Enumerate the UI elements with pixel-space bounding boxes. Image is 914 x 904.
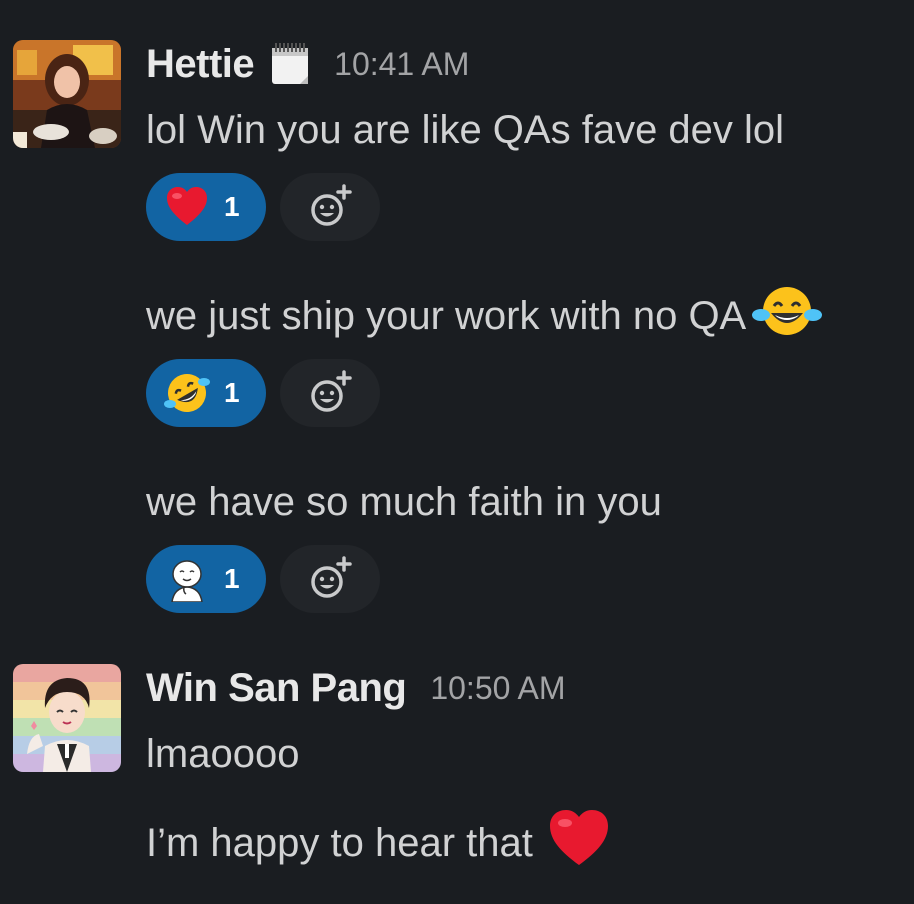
reaction-count: 1 [224,563,240,594]
reaction-bar: 1 [146,359,380,427]
avatar-hettie[interactable] [13,40,121,148]
reaction-bar: 1 [146,545,380,613]
rofl-emoji-icon [164,370,210,416]
reaction-count: 1 [224,191,240,222]
message-text: we have so much faith in you [146,479,662,524]
add-reaction-button[interactable] [280,359,380,427]
message-header-win-san-pang: Win San Pang 10:50 AM [146,660,566,716]
timestamp[interactable]: 10:41 AM [334,46,469,83]
add-emoji-icon [311,184,352,226]
message-text: lmaoooo [146,731,300,776]
reaction-count: 1 [224,377,240,408]
author-name[interactable]: Win San Pang [146,666,407,711]
add-reaction-button[interactable] [280,545,380,613]
add-emoji-icon [311,556,352,598]
spiral-calendar-icon[interactable] [270,42,310,86]
meme-face-emoji-icon [164,556,210,603]
add-reaction-button[interactable] [280,173,380,241]
heart-emoji-icon [164,184,210,230]
message-text: I’m happy to hear that [146,810,611,874]
message-header-hettie: Hettie 10:41 AM [146,36,469,92]
avatar-win-san-pang[interactable] [13,664,121,772]
message-text: lol Win you are like QAs fave dev lol [146,107,785,152]
reaction-button[interactable]: 1 [146,173,266,241]
add-emoji-icon [311,370,352,412]
reaction-button[interactable]: 1 [146,359,266,427]
heart-emoji-icon [547,807,611,879]
joy-emoji-icon [752,283,823,349]
reaction-bar: 1 [146,173,380,241]
message-text: we just ship your work with no QA [146,287,823,342]
avatar-illustration-icon [13,664,121,772]
avatar-photo-icon [13,40,121,148]
message-text-content: I’m happy to hear that [146,820,533,865]
timestamp[interactable]: 10:50 AM [430,670,565,707]
message-text-content: we just ship your work with no QA [146,293,747,338]
author-name[interactable]: Hettie [146,42,255,87]
reaction-button[interactable]: 1 [146,545,266,613]
